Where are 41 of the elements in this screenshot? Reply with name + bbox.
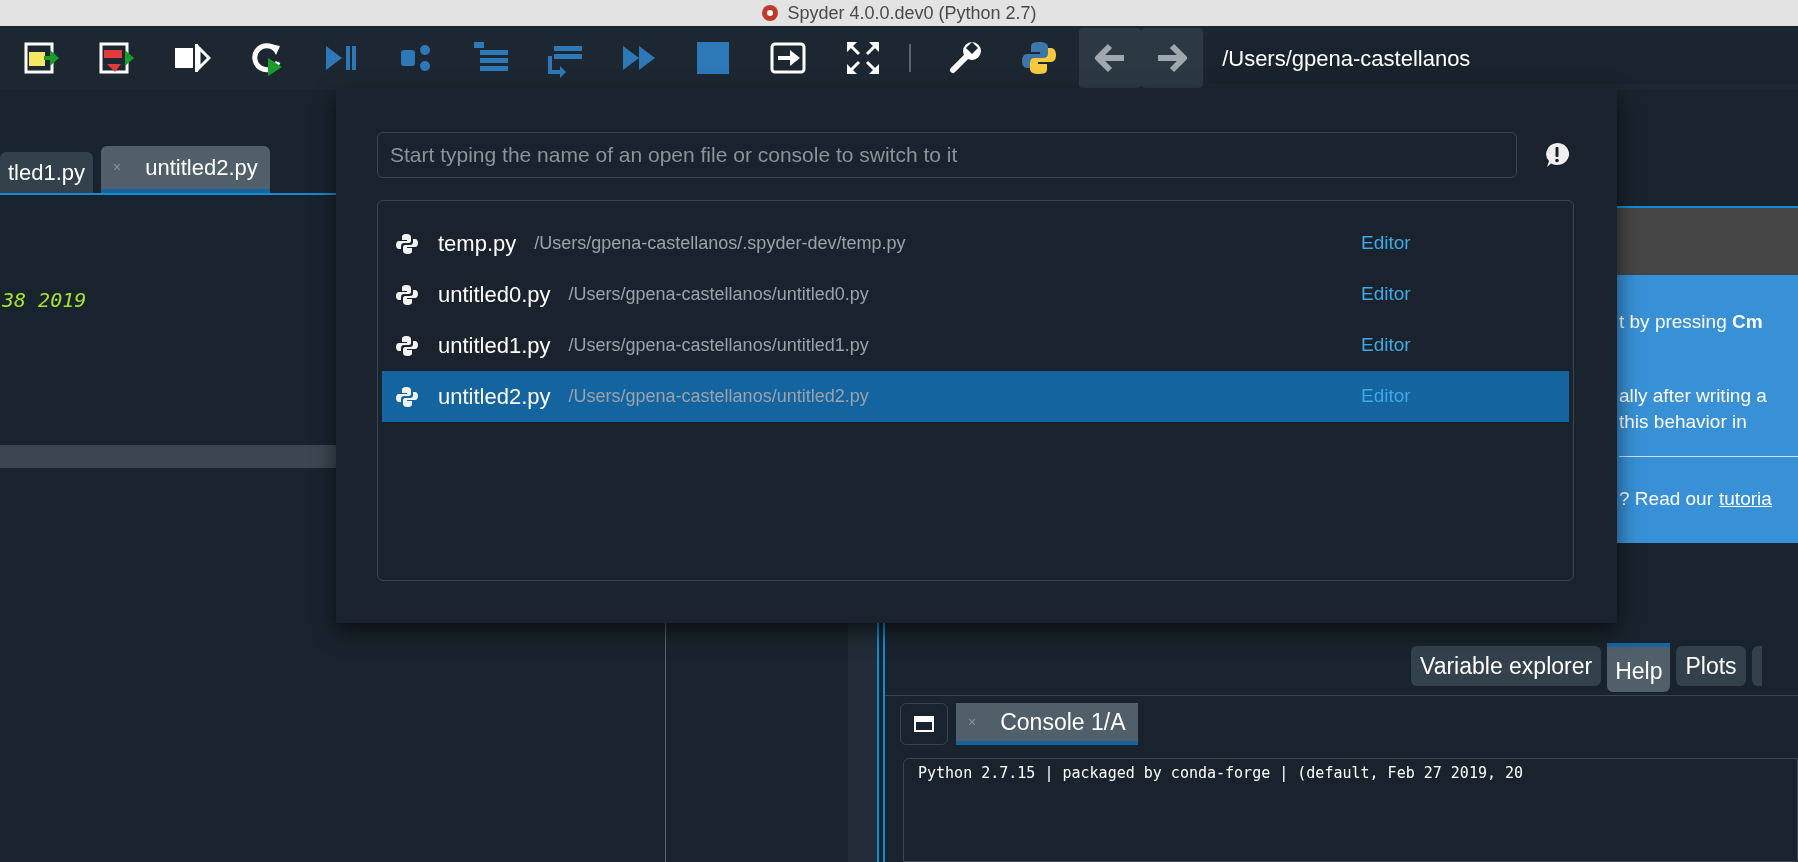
- file-path: /Users/gpena-castellanos/.spyder-dev/temp.py: [534, 232, 906, 255]
- file-path: /Users/gpena-castellanos/untitled0.py: [568, 283, 869, 306]
- file-list-item[interactable]: untitled0.py /Users/gpena-castellanos/untitled0.py Editor: [382, 269, 1569, 320]
- section-label: Editor: [1361, 384, 1411, 409]
- python-icon: [396, 334, 418, 357]
- file-name: untitled2.py: [438, 383, 551, 411]
- file-name: untitled1.py: [438, 332, 551, 360]
- help-text: ? Read our: [1619, 487, 1713, 511]
- search-field[interactable]: Start typing the name of an open file or console to switch to it: [377, 132, 1517, 178]
- python-icon: [396, 385, 418, 408]
- section-label: Editor: [1361, 282, 1411, 307]
- help-text: t by pressing Cm: [1619, 310, 1764, 334]
- file-list-item[interactable]: untitled1.py /Users/gpena-castellanos/untitled1.py Editor: [382, 320, 1569, 371]
- editor-tab[interactable]: × untitled2.py: [101, 146, 270, 193]
- file-path: /Users/gpena-castellanos/untitled1.py: [568, 334, 869, 357]
- file-name: temp.py: [438, 230, 517, 258]
- section-label: Editor: [1361, 333, 1411, 358]
- forward-button[interactable]: [1141, 28, 1204, 88]
- editor-tab[interactable]: tled1.py: [0, 152, 94, 193]
- section-label: Editor: [1361, 231, 1411, 256]
- back-button[interactable]: [1079, 28, 1142, 88]
- console-tab[interactable]: × Console 1/A: [956, 703, 1138, 745]
- python-icon: [396, 283, 418, 306]
- help-text: ally after writing a: [1619, 384, 1768, 408]
- pane-tab[interactable]: Plots: [1676, 646, 1746, 686]
- file-name: untitled0.py: [438, 281, 551, 309]
- code-text: 38 2019: [1, 287, 87, 314]
- path-field[interactable]: /Users/gpena-castellanos: [1206, 32, 1798, 84]
- window-icon: [914, 716, 934, 732]
- alert-icon: [1543, 141, 1571, 169]
- app-icon: [761, 4, 780, 22]
- python-icon: [396, 232, 418, 255]
- file-path: /Users/gpena-castellanos/untitled2.py: [568, 385, 869, 408]
- window-title: Spyder 4.0.0.dev0 (Python 2.7): [787, 4, 1037, 22]
- console-text: Python 2.7.15 | packaged by conda-forge | (default, Feb 27 2019, 20: [918, 764, 1524, 782]
- browse-tabs-button[interactable]: [900, 703, 948, 745]
- pane-tab[interactable]: Variable explorer: [1411, 646, 1602, 686]
- file-list-item[interactable]: temp.py /Users/gpena-castellanos/.spyder-dev/temp.py Editor: [382, 218, 1569, 269]
- file-list-item[interactable]: untitled2.py /Users/gpena-castellanos/untitled2.py Editor: [382, 371, 1569, 422]
- help-text: this behavior in: [1619, 410, 1748, 434]
- pane-tab[interactable]: Help: [1607, 643, 1671, 692]
